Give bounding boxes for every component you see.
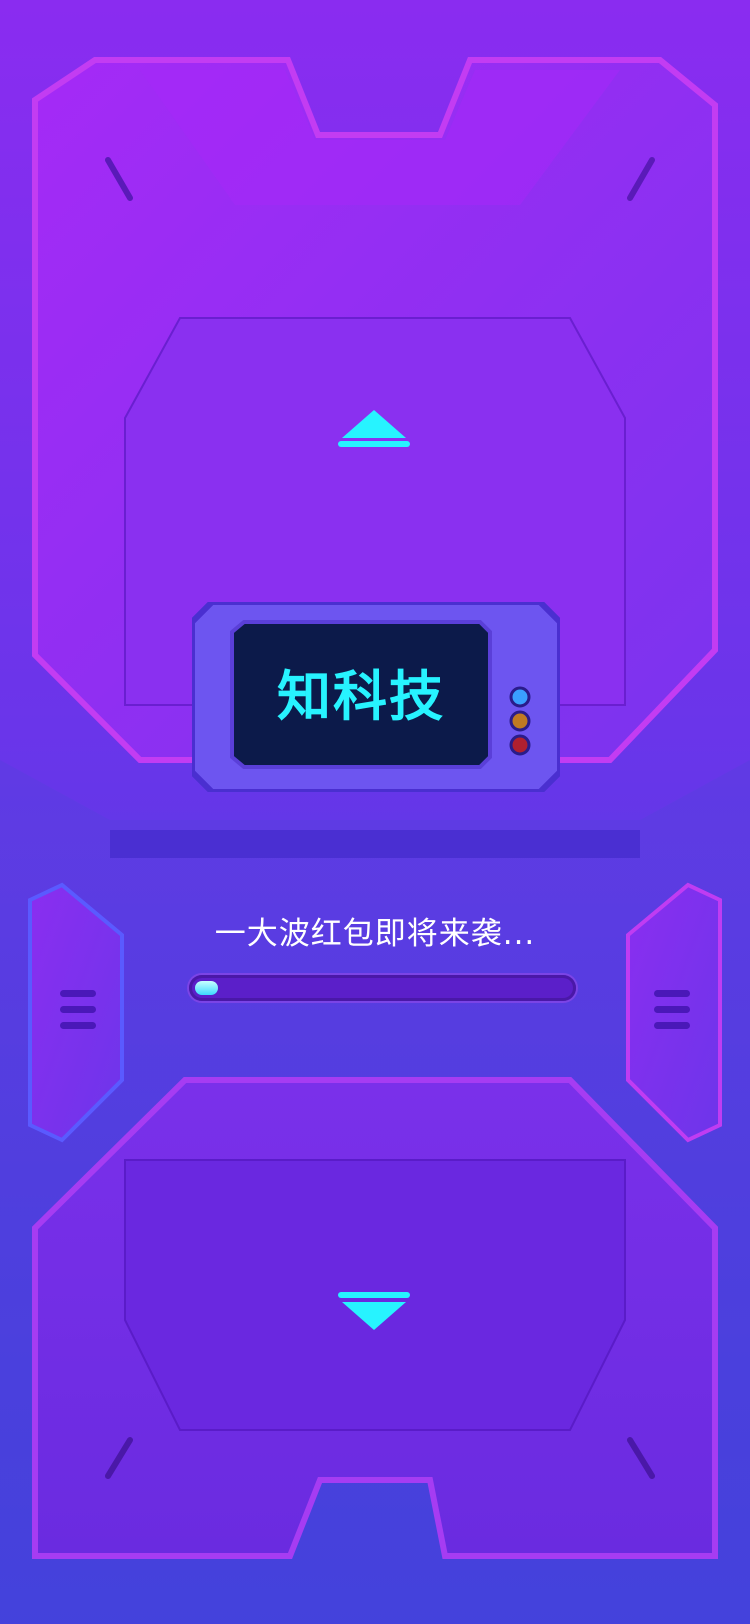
left-three-lines-icon[interactable]	[58, 986, 98, 1034]
background-scene	[0, 57, 750, 1624]
logo-text: 知科技	[277, 665, 445, 728]
indicator-red-light	[509, 734, 531, 756]
triangle-up-icon[interactable]	[336, 408, 412, 450]
right-three-lines-icon[interactable]	[652, 986, 692, 1034]
triangle-down-icon[interactable]	[336, 1290, 412, 1332]
progress-fill	[195, 981, 218, 995]
indicator-blue-light	[509, 686, 531, 708]
progress-bar	[189, 975, 576, 1001]
loading-message: 一大波红包即将来袭...	[214, 916, 536, 952]
logo-device: 知科技	[192, 602, 560, 792]
divider-band	[110, 830, 640, 858]
indicator-orange-light	[509, 710, 531, 732]
